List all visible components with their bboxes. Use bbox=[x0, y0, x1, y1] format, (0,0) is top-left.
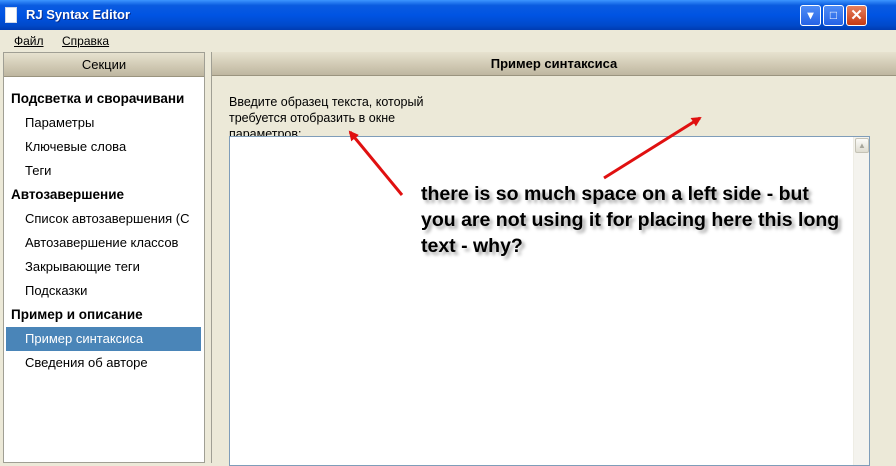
arrow-to-empty-space bbox=[603, 116, 702, 180]
annotation-text: there is so much space on a left side - … bbox=[421, 183, 840, 257]
arrow-to-description bbox=[348, 130, 404, 196]
